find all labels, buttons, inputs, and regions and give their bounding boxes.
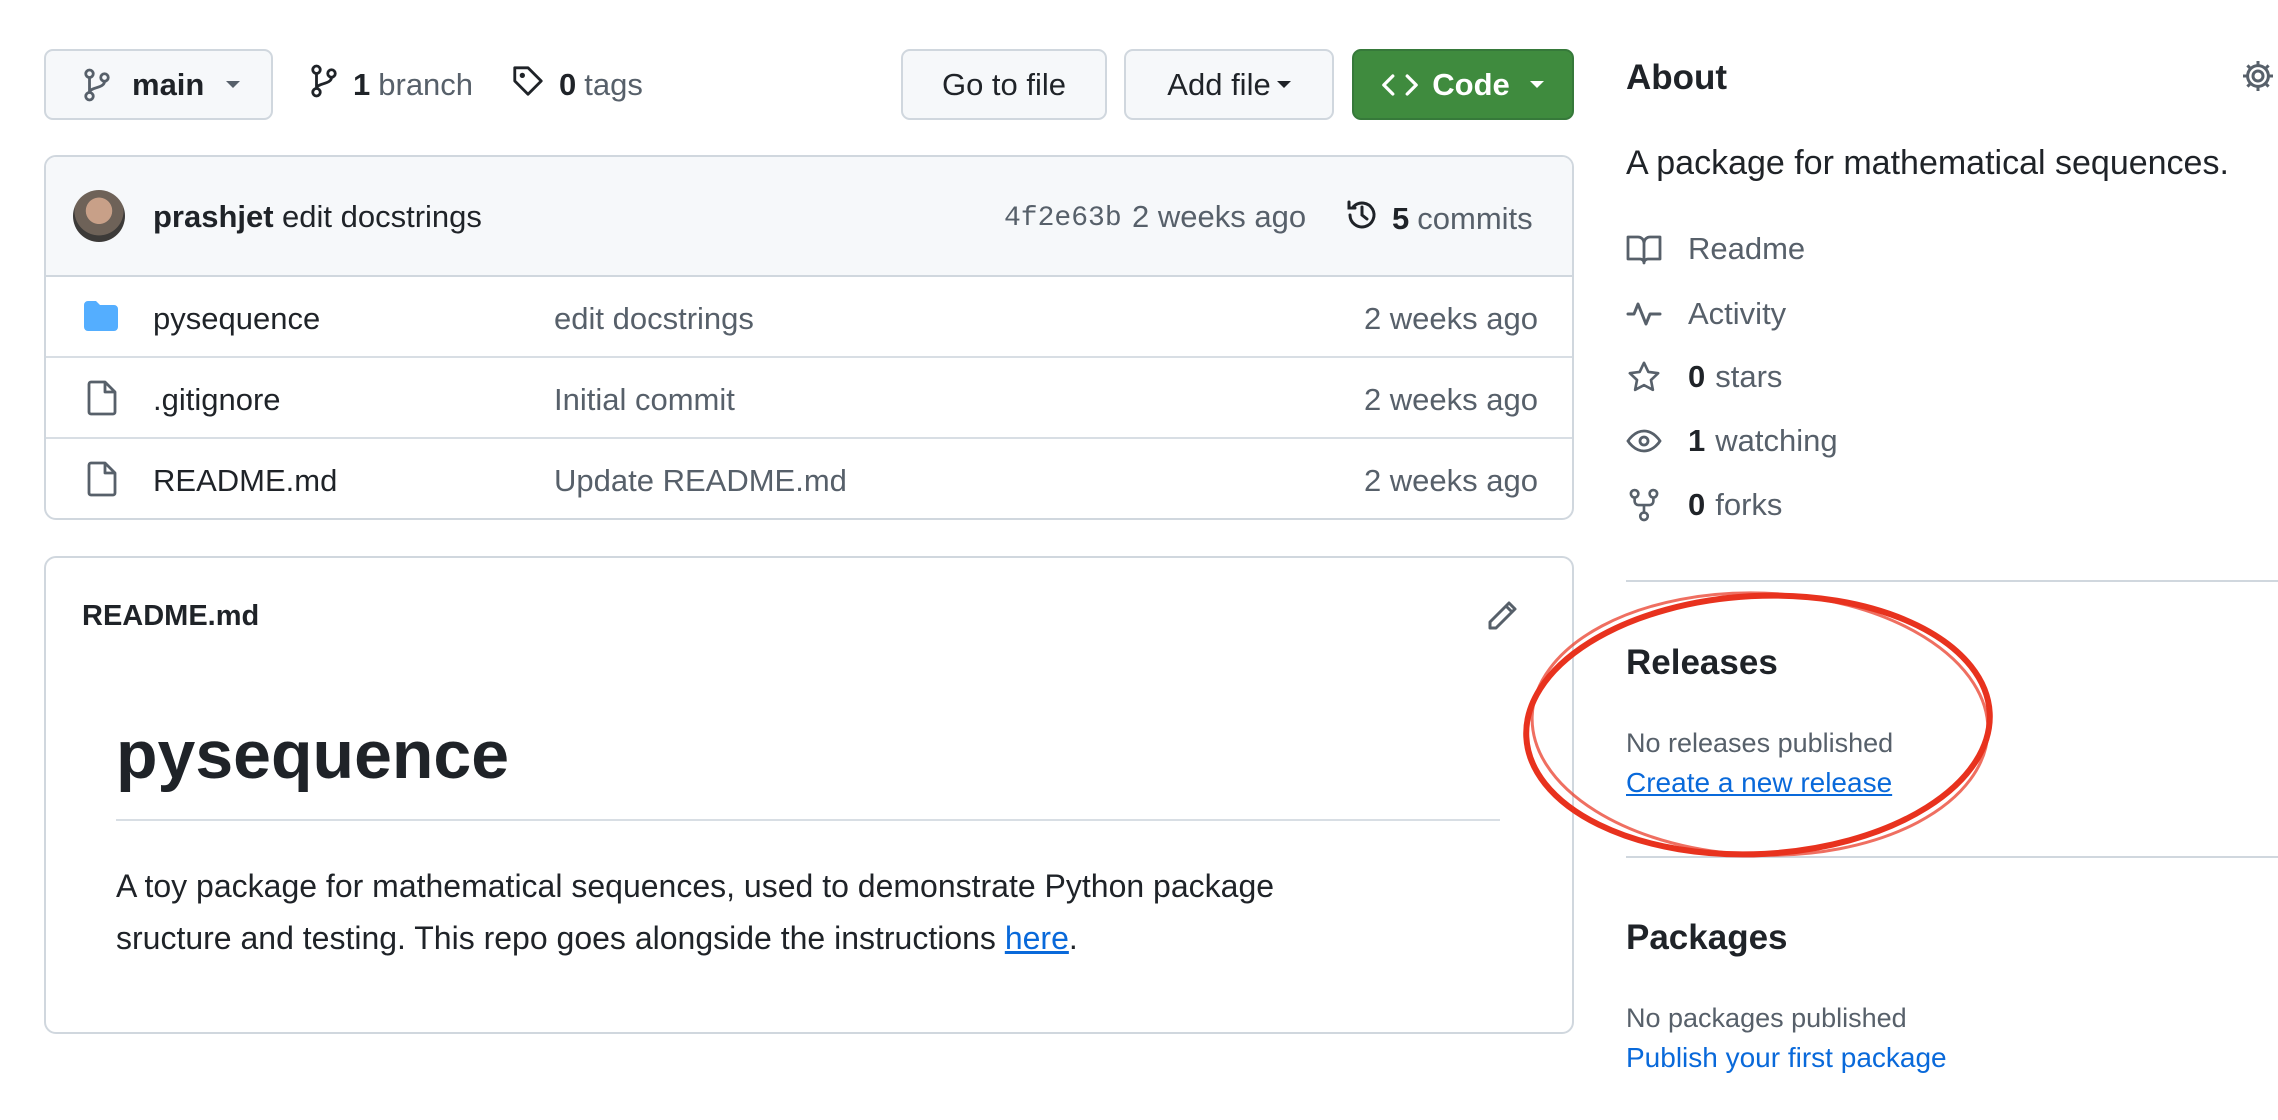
file-browser: prashjet edit docstrings 4f2e63b 2 weeks… <box>44 155 1574 520</box>
publish-package-link[interactable]: Publish your first package <box>1626 1042 1947 1074</box>
about-description: A package for mathematical sequences. <box>1626 144 2229 182</box>
code-button[interactable]: Code <box>1352 49 1574 120</box>
git-branch-icon <box>309 64 339 106</box>
branch-count: 1 <box>353 67 371 102</box>
file-commit-message[interactable]: edit docstrings <box>554 301 754 337</box>
star-icon <box>1626 359 1662 395</box>
heading-divider <box>116 819 1500 821</box>
readme-label: Readme <box>1688 231 1806 266</box>
repo-forked-icon <box>1626 487 1662 523</box>
readme-here-link[interactable]: here <box>1005 920 1069 956</box>
file-icon <box>87 461 117 505</box>
file-name[interactable]: pysequence <box>153 301 320 337</box>
chevron-down-icon <box>1276 81 1291 88</box>
commits-link[interactable]: 5 commits <box>1344 197 1533 241</box>
annotation-circle <box>1523 591 1993 858</box>
forks-label: forks <box>1715 487 1783 522</box>
readme-link[interactable]: Readme <box>1626 229 1805 269</box>
branch-label: branch <box>378 67 474 102</box>
chevron-down-icon <box>226 81 241 88</box>
watchers-link[interactable]: 1 watching <box>1626 421 1838 461</box>
code-label: Code <box>1432 66 1510 102</box>
file-row[interactable]: README.md Update README.md 2 weeks ago <box>46 439 1572 518</box>
go-to-file-label: Go to file <box>941 66 1067 102</box>
about-title: About <box>1626 58 1728 97</box>
watching-label: watching <box>1715 423 1838 458</box>
file-name[interactable]: README.md <box>153 463 337 499</box>
chevron-down-icon <box>1529 81 1544 88</box>
go-to-file-button[interactable]: Go to file <box>901 49 1107 120</box>
file-commit-message[interactable]: Initial commit <box>554 382 735 418</box>
history-icon <box>1344 197 1380 241</box>
file-name[interactable]: .gitignore <box>153 382 281 418</box>
watching-count: 1 <box>1688 423 1706 458</box>
commit-author[interactable]: prashjet <box>153 199 274 235</box>
commits-count: 5 <box>1392 201 1410 236</box>
eye-icon <box>1626 423 1662 459</box>
file-row[interactable]: .gitignore Initial commit 2 weeks ago <box>46 358 1572 439</box>
avatar[interactable] <box>73 190 125 242</box>
tag-label: tags <box>584 67 643 102</box>
gear-icon[interactable] <box>2240 58 2276 99</box>
branch-selector-button[interactable]: main <box>44 49 273 120</box>
latest-commit-bar: prashjet edit docstrings 4f2e63b 2 weeks… <box>46 157 1572 277</box>
readme-body-line: A toy package for mathematical sequences… <box>116 868 1275 904</box>
git-branch-icon <box>82 68 112 102</box>
branch-name: main <box>132 66 205 102</box>
forks-link[interactable]: 0 forks <box>1626 485 1782 525</box>
packages-title[interactable]: Packages <box>1626 918 1788 958</box>
commit-message[interactable]: edit docstrings <box>282 199 482 235</box>
readme-body: A toy package for mathematical sequences… <box>116 860 1516 964</box>
add-file-label: Add file <box>1167 66 1271 102</box>
readme-body-line: sructure and testing. This repo goes alo… <box>116 912 1516 964</box>
pulse-icon <box>1626 296 1662 332</box>
commits-label: commits <box>1417 201 1533 236</box>
folder-icon <box>82 299 120 341</box>
file-commit-time: 2 weeks ago <box>1363 382 1538 417</box>
book-icon <box>1626 231 1662 267</box>
stars-link[interactable]: 0 stars <box>1626 357 1782 397</box>
readme-body-text: sructure and testing. This repo goes alo… <box>116 920 1005 956</box>
tag-icon <box>511 64 545 106</box>
file-commit-time: 2 weeks ago <box>1363 463 1538 498</box>
readme-heading: pysequence <box>116 717 510 793</box>
add-file-button[interactable]: Add file <box>1124 49 1334 120</box>
forks-count: 0 <box>1688 487 1706 522</box>
activity-label: Activity <box>1688 296 1787 331</box>
stars-label: stars <box>1715 359 1783 394</box>
code-icon <box>1382 72 1419 98</box>
readme-panel: README.md pysequence A toy package for m… <box>44 556 1574 1034</box>
commit-time: 2 weeks ago <box>1132 199 1307 234</box>
stars-count: 0 <box>1688 359 1706 394</box>
readme-body-suffix: . <box>1068 920 1078 956</box>
readme-filename: README.md <box>82 600 260 632</box>
packages-status: No packages published <box>1626 1003 1907 1033</box>
tag-count: 0 <box>559 67 577 102</box>
file-icon <box>87 380 117 424</box>
file-commit-time: 2 weeks ago <box>1363 301 1538 336</box>
file-commit-message[interactable]: Update README.md <box>554 463 847 499</box>
activity-link[interactable]: Activity <box>1626 294 1786 334</box>
commit-sha[interactable]: 4f2e63b <box>1004 203 1122 234</box>
tags-link[interactable]: 0 tags <box>511 64 643 106</box>
file-row[interactable]: pysequence edit docstrings 2 weeks ago <box>46 277 1572 358</box>
branches-link[interactable]: 1 branch <box>309 64 473 106</box>
